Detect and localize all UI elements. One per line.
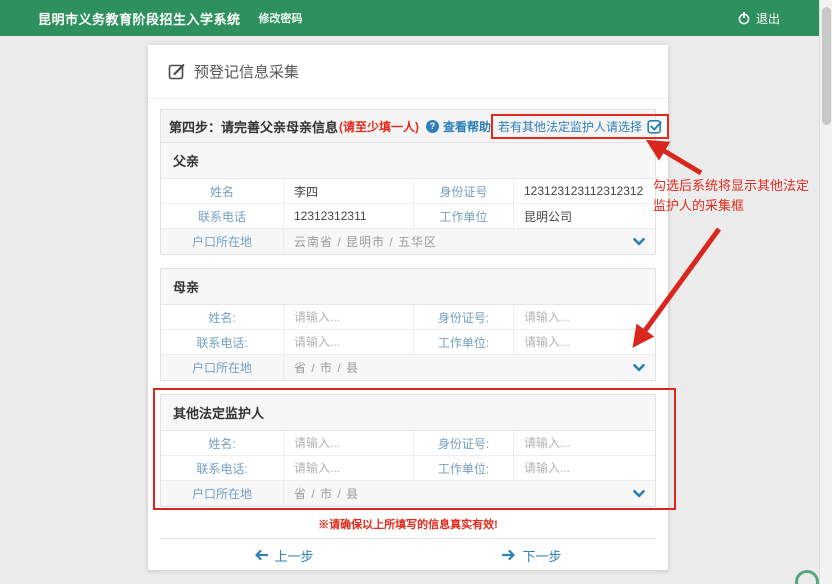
section-title-mother: 母亲 [161,269,655,305]
other-guardian-id-label: 身份证号: [414,431,514,456]
change-password-link[interactable]: 修改密码 [259,10,303,26]
mother-name-input[interactable] [294,310,403,324]
other-guardian-residence-value: 省 / 市 / 县 [294,485,359,502]
father-id-cell [514,179,655,204]
screen: 昆明市义务教育阶段招生入学系统 修改密码 退出 预登记信息采集 [0,0,832,584]
section-title-other-guardian: 其他法定监护人 [161,395,655,431]
header-bar: 昆明市义务教育阶段招生入学系统 修改密码 退出 [0,0,832,36]
father-residence-value: 云南省 / 昆明市 / 五华区 [294,233,437,250]
father-phone-cell [284,204,414,229]
prev-step-label: 上一步 [274,546,313,565]
checkbox-checked-icon[interactable] [647,119,662,134]
corner-decoration [795,570,819,584]
chevron-down-icon[interactable] [633,238,645,246]
notice-text: ※请确保以上所填写的信息真实有效! [160,516,656,532]
mother-name-cell [284,305,414,330]
mother-id-label: 身份证号: [414,305,514,330]
mother-phone-input[interactable] [294,335,403,349]
father-section: 父亲 姓名 身份证号 联系电话 工作单位 户口所在地 云南省 / 昆明市 / 五… [160,142,656,255]
mother-residence-select[interactable]: 省 / 市 / 县 [284,355,655,380]
logout-label: 退出 [756,10,780,27]
other-guardian-work-label: 工作单位: [414,456,514,481]
arrow-right-icon [502,550,516,560]
mother-fields: 姓名: 身份证号: 联系电话: 工作单位: 户口所在地 省 / 市 / 县 [161,305,655,380]
mother-work-label: 工作单位: [414,330,514,355]
other-guardian-id-cell [514,431,655,456]
annotation-note: 勾选后系统将显示其他法定 监护人的采集框 [653,176,825,216]
step-requirement: (请至少填一人) [339,118,419,135]
other-guardian-name-label: 姓名: [161,431,284,456]
father-phone-label: 联系电话 [161,204,284,229]
power-icon [737,11,751,25]
mother-id-input[interactable] [524,310,645,324]
other-guardian-id-input[interactable] [524,436,645,450]
mother-phone-label: 联系电话: [161,330,284,355]
father-name-input[interactable] [294,184,403,198]
other-guardian-fields: 姓名: 身份证号: 联系电话: 工作单位: 户口所在地 省 / 市 / 县 [161,431,655,506]
other-guardian-section: 其他法定监护人 姓名: 身份证号: 联系电话: 工作单位: 户口所在地 省 / … [160,394,656,507]
card-header: 预登记信息采集 [148,45,668,99]
form-area: 第四步：请完善父亲母亲信息 (请至少填一人) ? 查看帮助 若有其他法定监护人请… [160,109,656,572]
step-header-left: 第四步：请完善父亲母亲信息 (请至少填一人) ? 查看帮助 [169,117,491,136]
father-work-input[interactable] [524,209,645,223]
prev-step-button[interactable]: 上一步 [254,546,313,565]
other-guardian-name-input[interactable] [294,436,403,450]
other-guardian-checkbox[interactable]: 若有其他法定监护人请选择 [491,114,669,139]
step-header-row: 第四步：请完善父亲母亲信息 (请至少填一人) ? 查看帮助 若有其他法定监护人请… [160,109,656,143]
page-title: 预登记信息采集 [194,61,299,82]
other-guardian-name-cell [284,431,414,456]
help-link[interactable]: ? 查看帮助 [426,118,491,135]
father-phone-input[interactable] [294,209,403,223]
step-buttons-row: 上一步 下一步 [160,538,656,572]
note-line-1: 勾选后系统将显示其他法定 [653,176,825,196]
father-work-label: 工作单位 [414,204,514,229]
arrow-left-icon [254,550,268,560]
other-guardian-work-cell [514,456,655,481]
mother-work-input[interactable] [524,335,645,349]
mother-residence-value: 省 / 市 / 县 [294,359,359,376]
other-guardian-work-input[interactable] [524,461,645,475]
other-guardian-phone-cell [284,456,414,481]
edit-square-icon [168,63,185,80]
chevron-down-icon[interactable] [633,490,645,498]
other-guardian-residence-select[interactable]: 省 / 市 / 县 [284,481,655,506]
mother-phone-cell [284,330,414,355]
father-name-cell [284,179,414,204]
father-name-label: 姓名 [161,179,284,204]
help-label: 查看帮助 [443,118,491,135]
next-step-button[interactable]: 下一步 [502,546,561,565]
father-fields: 姓名 身份证号 联系电话 工作单位 户口所在地 云南省 / 昆明市 / 五华区 [161,179,655,254]
other-guardian-phone-label: 联系电话: [161,456,284,481]
section-title-father: 父亲 [161,143,655,179]
next-step-label: 下一步 [522,546,561,565]
father-id-input[interactable] [524,184,645,198]
note-line-2: 监护人的采集框 [653,196,825,216]
chevron-down-icon[interactable] [633,364,645,372]
mother-id-cell [514,305,655,330]
father-work-cell [514,204,655,229]
father-residence-label: 户口所在地 [161,229,284,254]
scrollbar [819,0,832,584]
logout-button[interactable]: 退出 [737,0,780,36]
other-guardian-wrap: 其他法定监护人 姓名: 身份证号: 联系电话: 工作单位: 户口所在地 省 / … [160,394,656,507]
father-id-label: 身份证号 [414,179,514,204]
mother-work-cell [514,330,655,355]
scrollbar-thumb[interactable] [822,7,831,125]
checkbox-label: 若有其他法定监护人请选择 [498,118,642,135]
main-card: 预登记信息采集 第四步：请完善父亲母亲信息 (请至少填一人) ? 查看帮助 若有… [148,45,668,570]
mother-section: 母亲 姓名: 身份证号: 联系电话: 工作单位: 户口所在地 省 / 市 / 县 [160,268,656,381]
app-title: 昆明市义务教育阶段招生入学系统 [38,9,241,28]
help-icon[interactable]: ? [426,120,439,133]
mother-residence-label: 户口所在地 [161,355,284,380]
mother-name-label: 姓名: [161,305,284,330]
father-residence-select[interactable]: 云南省 / 昆明市 / 五华区 [284,229,655,254]
other-guardian-residence-label: 户口所在地 [161,481,284,506]
other-guardian-phone-input[interactable] [294,461,403,475]
step-title: 第四步：请完善父亲母亲信息 [169,117,338,136]
